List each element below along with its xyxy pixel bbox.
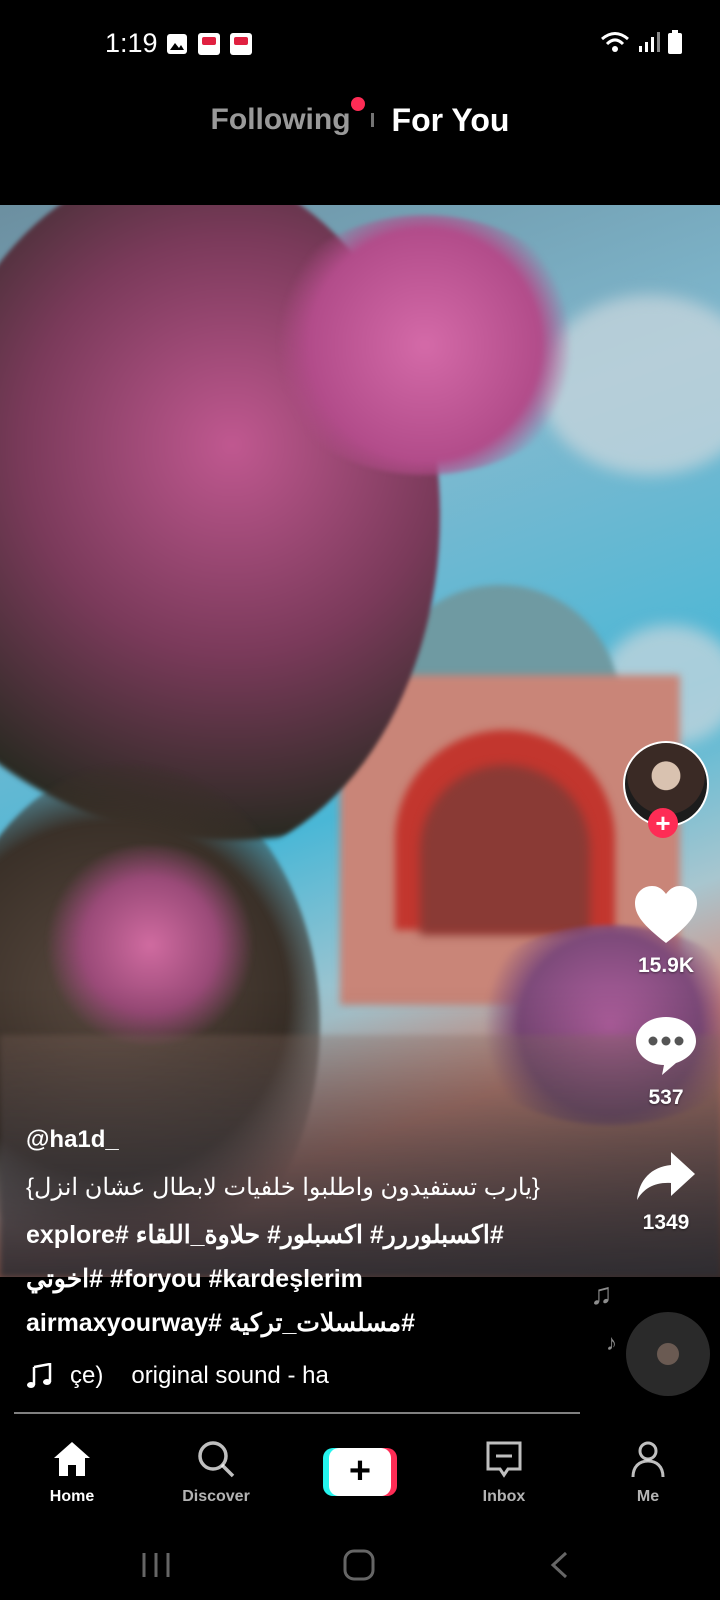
video-player[interactable] <box>0 205 720 1277</box>
tab-separator <box>370 113 374 127</box>
tab-following[interactable]: Following <box>210 97 365 137</box>
nav-me-label: Me <box>636 1487 660 1505</box>
caption-line[interactable]: explore# اكسبلوررر# اكسبلور# حلاوة_اللقا… <box>26 1220 504 1250</box>
nav-inbox[interactable]: Inbox <box>449 1439 559 1506</box>
floating-note-icon: ♪ <box>606 1330 617 1355</box>
notification-icon <box>198 33 220 55</box>
tab-following-label: Following <box>210 103 351 136</box>
home-icon <box>54 1441 90 1476</box>
new-content-dot <box>350 97 365 111</box>
tab-for-you[interactable]: For You <box>392 102 510 139</box>
status-right <box>600 30 682 54</box>
home-system-icon[interactable] <box>342 1548 376 1582</box>
bottom-nav: Home Discover + Inbox Me <box>0 1418 720 1526</box>
notification-icon <box>230 33 252 55</box>
sound-prefix: çe) <box>70 1362 104 1389</box>
profile-icon <box>631 1441 665 1477</box>
gallery-icon <box>167 34 187 54</box>
nav-inbox-label: Inbox <box>482 1487 526 1505</box>
mosque-arch-inner <box>420 765 590 935</box>
inbox-icon <box>486 1441 522 1478</box>
create-button[interactable]: + <box>323 1448 397 1496</box>
nav-home[interactable]: Home <box>17 1439 127 1506</box>
heart-icon <box>635 886 697 943</box>
feed-tabs: Following For You <box>0 95 720 145</box>
sound-row[interactable]: çe) original sound - ha <box>26 1362 329 1390</box>
nav-create[interactable]: + <box>305 1448 415 1496</box>
signal-icon <box>639 32 660 52</box>
share-count: 1349 <box>642 1211 690 1234</box>
music-note-icon <box>27 1363 52 1388</box>
search-icon <box>198 1440 235 1477</box>
comment-count: 537 <box>648 1086 684 1109</box>
flower-cluster <box>260 215 590 475</box>
caption-line: {يارب تستفيدون واطلبوا خلفيات لابطال عشا… <box>26 1174 540 1201</box>
caption-line[interactable]: اخوتي# #foryou #kardeşlerim <box>26 1264 363 1294</box>
floating-note-icon: ♫ <box>590 1278 613 1311</box>
caption-divider <box>14 1412 580 1414</box>
nav-discover[interactable]: Discover <box>161 1439 271 1506</box>
sound-disc[interactable] <box>626 1312 710 1396</box>
system-nav-bar <box>0 1530 720 1600</box>
like-count: 15.9K <box>637 954 695 977</box>
comment-icon <box>636 1017 696 1075</box>
caption-line[interactable]: airmaxyourway# مسلسلات_تركية# <box>26 1308 415 1338</box>
back-icon[interactable] <box>548 1550 570 1580</box>
recent-apps-icon[interactable] <box>140 1550 172 1580</box>
nav-discover-label: Discover <box>182 1487 250 1505</box>
nav-me[interactable]: Me <box>593 1439 703 1506</box>
status-bar: 1:19 <box>0 0 720 80</box>
nav-home-label: Home <box>49 1487 95 1505</box>
like-button[interactable]: 15.9K <box>625 885 707 978</box>
sound-title: original sound - ha <box>131 1362 329 1389</box>
battery-icon <box>668 30 682 54</box>
plus-icon: + <box>329 1448 391 1496</box>
wifi-icon <box>601 32 629 52</box>
comment-button[interactable]: 537 <box>625 1015 707 1110</box>
share-button[interactable]: 1349 <box>625 1150 707 1235</box>
status-time: 1:19 <box>105 28 158 58</box>
creator-username[interactable]: @ha1d_ <box>26 1126 119 1154</box>
follow-button[interactable]: + <box>648 808 678 838</box>
share-icon <box>637 1152 695 1200</box>
